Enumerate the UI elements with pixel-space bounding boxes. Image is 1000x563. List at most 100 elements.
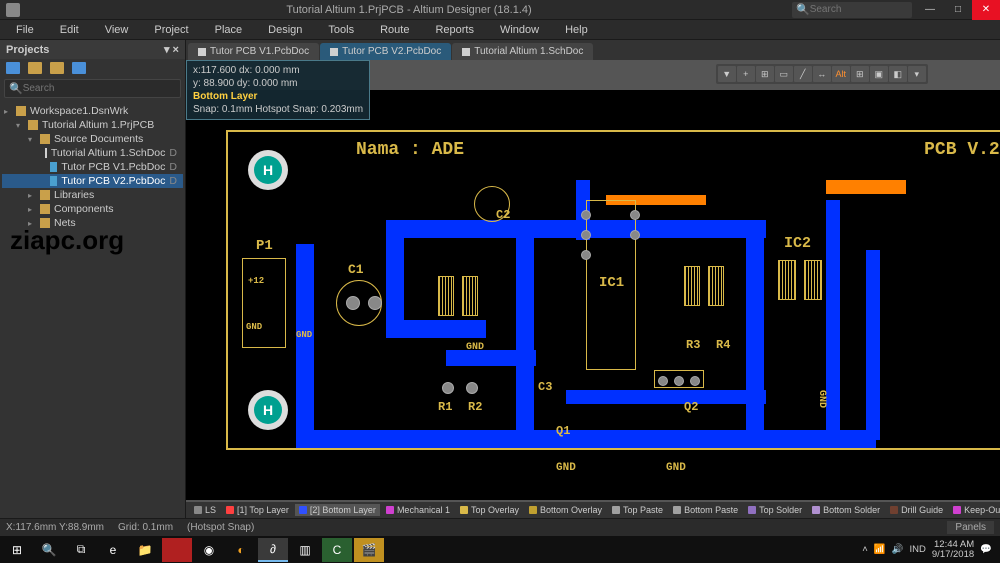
trace	[826, 200, 840, 440]
document-tab[interactable]: Tutor PCB V1.PcbDoc	[188, 43, 319, 60]
tool-select-icon[interactable]: +	[737, 66, 755, 82]
layer-tab[interactable]: Top Overlay	[456, 504, 523, 516]
title-search-input[interactable]	[810, 4, 900, 15]
start-button[interactable]: ⊞	[2, 538, 32, 562]
tool-rect-icon[interactable]: ▭	[775, 66, 793, 82]
lead	[708, 266, 724, 306]
menu-view[interactable]: View	[93, 22, 141, 38]
minimize-button[interactable]: —	[916, 0, 944, 20]
windows-taskbar: ⊞ 🔍 ⧉ e 📁 ◉ ◐ ∂ ▥ C 🎬 ˄ 📶 🔊 IND 12:44 AM…	[0, 536, 1000, 563]
layer-tab[interactable]: Top Paste	[608, 504, 667, 516]
panels-button[interactable]: Panels	[947, 521, 994, 534]
taskbar-search-icon[interactable]: 🔍	[34, 538, 64, 562]
toolbar-new-icon[interactable]	[6, 62, 20, 74]
lead	[804, 260, 822, 300]
tool-mask-icon[interactable]: ◧	[889, 66, 907, 82]
layer-tab[interactable]: Bottom Solder	[808, 504, 884, 516]
taskbar-edge-icon[interactable]: e	[98, 538, 128, 562]
tool-3d-icon[interactable]: ▣	[870, 66, 888, 82]
menu-window[interactable]: Window	[488, 22, 551, 38]
tool-move-icon[interactable]: ⊞	[756, 66, 774, 82]
tray-chevron-icon[interactable]: ˄	[862, 544, 868, 555]
layer-tab[interactable]: Drill Guide	[886, 504, 947, 516]
tree-item[interactable]: ▾Tutorial Altium 1.PrjPCB	[2, 118, 183, 132]
taskbar-chrome-icon[interactable]: ◉	[194, 538, 224, 562]
menu-route[interactable]: Route	[368, 22, 421, 38]
trace	[386, 220, 404, 330]
tool-filter-icon[interactable]: ▼	[718, 66, 736, 82]
pad	[368, 296, 382, 310]
taskbar-app1-icon[interactable]	[162, 538, 192, 562]
projects-toolbar	[0, 59, 185, 77]
search-icon: 🔍	[9, 82, 23, 95]
tray-volume-icon[interactable]: 🔊	[892, 544, 904, 555]
taskbar-app4-icon[interactable]: C	[322, 538, 352, 562]
projects-search-input[interactable]	[23, 83, 176, 94]
tool-drop-icon[interactable]: ▾	[908, 66, 926, 82]
tray-notifications-icon[interactable]: 💬	[980, 544, 992, 555]
taskbar-app5-icon[interactable]: 🎬	[354, 538, 384, 562]
menu-help[interactable]: Help	[553, 22, 600, 38]
silk-gnd: GND	[466, 342, 484, 353]
lead	[684, 266, 700, 306]
toolbar-refresh-icon[interactable]	[72, 62, 86, 74]
tree-item[interactable]: Tutor PCB V1.PcbDocD	[2, 160, 183, 174]
tool-grid-icon[interactable]: ⊞	[851, 66, 869, 82]
menu-design[interactable]: Design	[256, 22, 314, 38]
pad	[630, 230, 640, 240]
pad	[346, 296, 360, 310]
tray-ime[interactable]: IND	[910, 544, 926, 555]
menubar: File Edit View Project Place Design Tool…	[0, 20, 1000, 40]
tree-item[interactable]: Tutor PCB V2.PcbDocD	[2, 174, 183, 188]
silk-r4: R4	[716, 338, 730, 352]
layer-tab[interactable]: Top Solder	[744, 504, 806, 516]
pcb-canvas[interactable]: Nama : ADE PCB V.2 H H H H	[186, 90, 1000, 500]
taskbar-altium-icon[interactable]: ∂	[258, 538, 288, 562]
layer-tab[interactable]: [2] Bottom Layer	[295, 504, 380, 516]
layer-tab[interactable]: Mechanical 1	[382, 504, 454, 516]
active-bar: ▼ + ⊞ ▭ ╱ ↔ Alt ⊞ ▣ ◧ ▾	[716, 64, 928, 84]
silk-r3: R3	[686, 338, 700, 352]
tree-item[interactable]: ▸Libraries	[2, 188, 183, 202]
menu-tools[interactable]: Tools	[316, 22, 366, 38]
trace	[296, 244, 314, 444]
document-tab[interactable]: Tutor PCB V2.PcbDoc	[320, 43, 451, 60]
toolbar-folder2-icon[interactable]	[50, 62, 64, 74]
title-search[interactable]: 🔍	[792, 2, 912, 18]
menu-reports[interactable]: Reports	[423, 22, 486, 38]
toolbar-folder-icon[interactable]	[28, 62, 42, 74]
menu-edit[interactable]: Edit	[48, 22, 91, 38]
tree-item[interactable]: Tutorial Altium 1.SchDocD	[2, 146, 183, 160]
app-icon	[6, 3, 20, 17]
taskbar-explorer-icon[interactable]: 📁	[130, 538, 160, 562]
layer-tab[interactable]: Bottom Paste	[669, 504, 742, 516]
tool-line-icon[interactable]: ╱	[794, 66, 812, 82]
layer-tab[interactable]: [1] Top Layer	[222, 504, 293, 516]
layer-tab[interactable]: Keep-Out Layer	[949, 504, 1000, 516]
system-tray: ˄ 📶 🔊 IND 12:44 AM 9/17/2018 💬	[862, 540, 998, 560]
menu-place[interactable]: Place	[203, 22, 255, 38]
menu-file[interactable]: File	[4, 22, 46, 38]
tool-alt-icon[interactable]: Alt	[832, 66, 850, 82]
tree-item[interactable]: ▸Components	[2, 202, 183, 216]
taskview-icon[interactable]: ⧉	[66, 538, 96, 562]
panel-menu-icon[interactable]: ▾ ×	[164, 43, 179, 56]
tray-clock[interactable]: 12:44 AM 9/17/2018	[932, 540, 974, 560]
pad	[466, 382, 478, 394]
projects-tree: ▸Workspace1.DsnWrk▾Tutorial Altium 1.Prj…	[0, 100, 185, 234]
menu-project[interactable]: Project	[142, 22, 200, 38]
window-title: Tutorial Altium 1.PrjPCB - Altium Design…	[26, 4, 792, 16]
tray-network-icon[interactable]: 📶	[874, 544, 886, 555]
tree-item[interactable]: ▸Workspace1.DsnWrk	[2, 104, 183, 118]
close-button[interactable]: ✕	[972, 0, 1000, 20]
layer-tab[interactable]: Bottom Overlay	[525, 504, 606, 516]
taskbar-app3-icon[interactable]: ▥	[290, 538, 320, 562]
silk-p1: P1	[256, 238, 273, 254]
maximize-button[interactable]: □	[944, 0, 972, 20]
taskbar-app2-icon[interactable]: ◐	[226, 538, 256, 562]
layer-tab[interactable]: LS	[190, 504, 220, 516]
document-tab[interactable]: Tutorial Altium 1.SchDoc	[452, 43, 593, 60]
projects-search[interactable]: 🔍	[4, 79, 181, 98]
tool-measure-icon[interactable]: ↔	[813, 66, 831, 82]
tree-item[interactable]: ▾Source Documents	[2, 132, 183, 146]
